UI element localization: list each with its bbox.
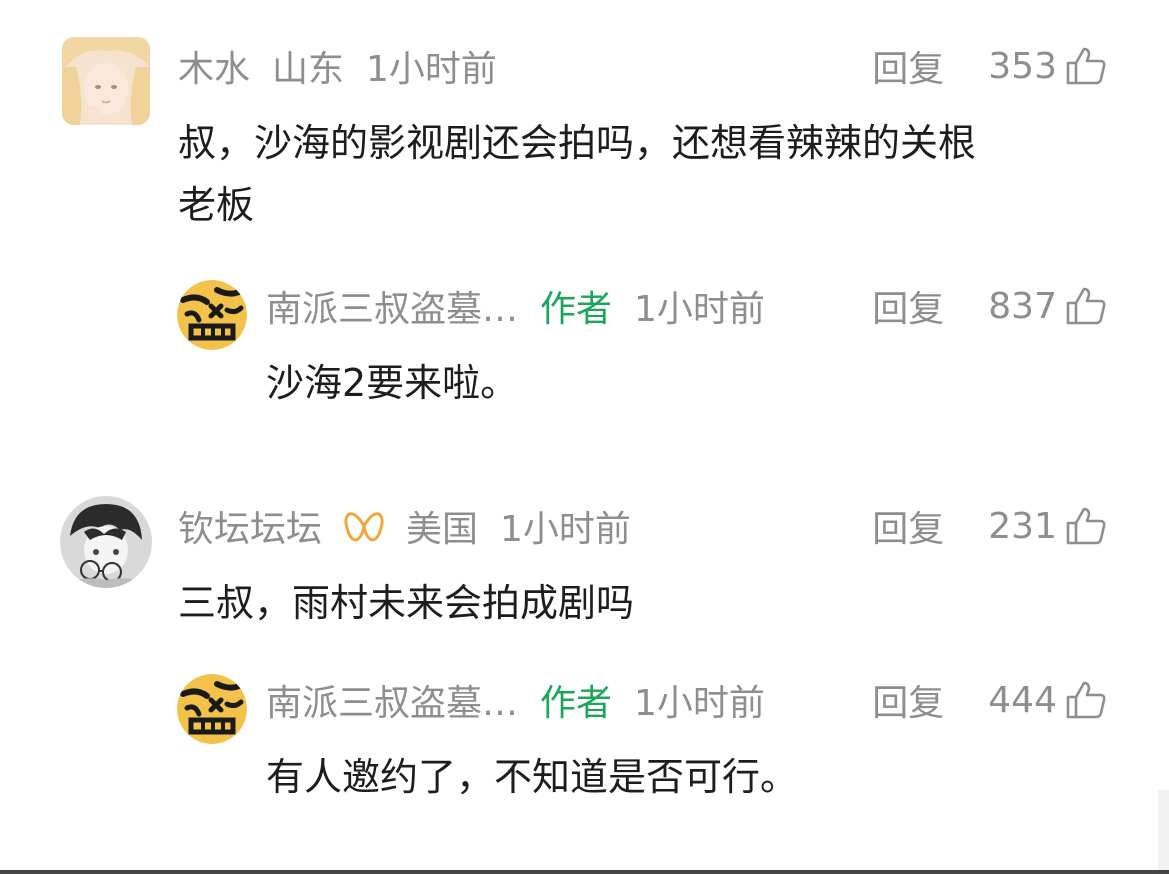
comment-actions: 回复 353	[872, 42, 1107, 90]
comment-actions: 回复 231	[872, 502, 1107, 550]
anime-girl-avatar-icon	[62, 37, 150, 125]
like-button[interactable]	[1065, 286, 1107, 326]
vip-ribbon-svg	[344, 512, 384, 542]
reply-button[interactable]: 回复	[872, 40, 944, 92]
bottom-divider	[0, 870, 1169, 874]
reply-button[interactable]: 回复	[872, 500, 944, 552]
reply-text: 沙海2要来啦。	[266, 361, 519, 405]
thumbs-up-icon	[1066, 287, 1106, 325]
thumbs-up-icon	[1066, 47, 1106, 85]
author-badge: 作者	[540, 683, 613, 724]
author-badge: 作者	[540, 289, 613, 330]
like-count: 444	[988, 679, 1057, 721]
like-count: 837	[988, 285, 1057, 327]
timestamp: 1小时前	[634, 289, 765, 330]
thumbs-up-icon	[1066, 681, 1106, 719]
like-button[interactable]	[1065, 46, 1107, 86]
reply-actions: 回复 444	[872, 676, 1107, 724]
reply-button[interactable]: 回复	[872, 280, 944, 332]
timestamp: 1小时前	[634, 683, 765, 724]
like-button[interactable]	[1065, 680, 1107, 720]
anime-boy-glasses-avatar-icon	[60, 496, 152, 588]
scroll-edge	[1158, 790, 1169, 870]
user-avatar[interactable]	[62, 37, 150, 125]
timestamp: 1小时前	[500, 509, 631, 550]
thumbs-up-icon	[1066, 507, 1106, 545]
like-count: 231	[988, 505, 1057, 547]
comment-text-line: 老板	[178, 183, 255, 227]
timestamp: 1小时前	[366, 49, 497, 90]
tiger-seal-avatar-icon	[177, 674, 247, 744]
like-button[interactable]	[1065, 506, 1107, 546]
comment-text: 三叔，雨村未来会拍成剧吗	[178, 572, 1118, 634]
location: 美国	[406, 509, 479, 550]
reply-meta: 南派三叔盗墓… 作者 1小时前	[266, 676, 787, 724]
author-username[interactable]: 南派三叔盗墓…	[266, 280, 518, 332]
vip-ribbon-icon	[344, 508, 384, 544]
location: 山东	[272, 49, 345, 90]
reply-text: 有人邀约了，不知道是否可行。	[266, 755, 799, 799]
comment-meta: 钦坛坛坛 美国 1小时前	[178, 502, 653, 550]
username[interactable]: 钦坛坛坛	[178, 500, 322, 552]
reply-meta: 南派三叔盗墓… 作者 1小时前	[266, 282, 787, 330]
reply-actions: 回复 837	[872, 282, 1107, 330]
comment-meta: 木水 山东 1小时前	[178, 42, 519, 90]
tiger-seal-avatar-icon	[177, 280, 247, 350]
username[interactable]: 木水	[178, 40, 250, 92]
comment-text: 叔，沙海的影视剧还会拍吗，还想看辣辣的关根 老板	[178, 112, 1118, 236]
author-avatar[interactable]	[177, 280, 247, 350]
comment-text-line: 三叔，雨村未来会拍成剧吗	[178, 581, 635, 625]
comment-text-line: 叔，沙海的影视剧还会拍吗，还想看辣辣的关根	[178, 121, 977, 165]
author-username[interactable]: 南派三叔盗墓…	[266, 674, 518, 726]
like-count: 353	[988, 45, 1057, 87]
reply-button[interactable]: 回复	[872, 674, 944, 726]
author-avatar[interactable]	[177, 674, 247, 744]
user-avatar[interactable]	[60, 496, 152, 588]
